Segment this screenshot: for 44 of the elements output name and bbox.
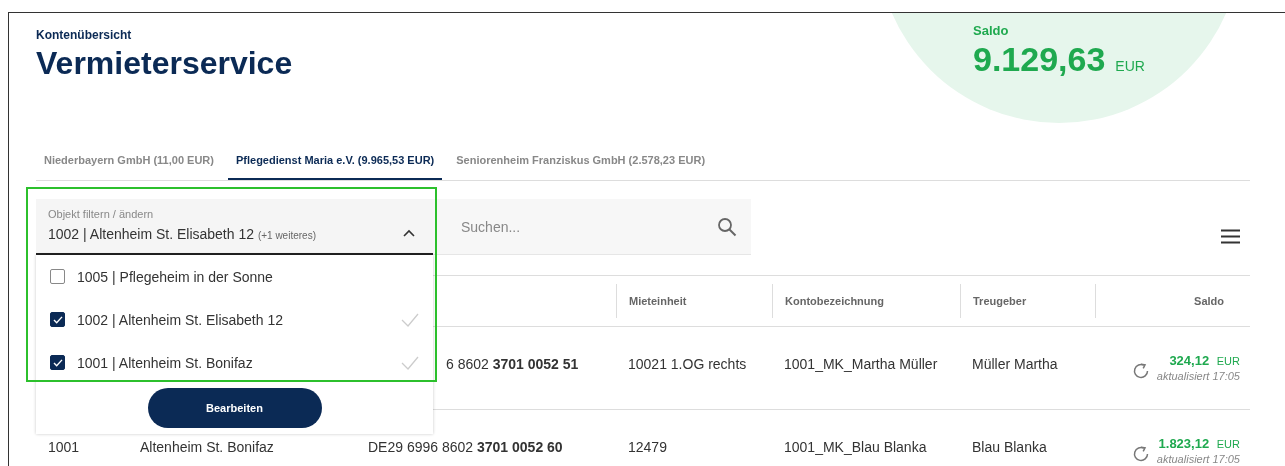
column-header: Treugeber (960, 284, 1095, 318)
account-tab[interactable]: Seniorenheim Franziskus GmbH (2.578,23 EUR) (448, 141, 714, 180)
search-icon (717, 216, 737, 237)
table-cell: 6 8602 3701 0052 51 (446, 356, 579, 372)
balance-amount: 324,12 EUR (1169, 352, 1240, 368)
checkbox[interactable] (50, 355, 65, 370)
table-cell: 1001_MK_Martha Müller (784, 356, 938, 372)
table-cell: 10021 1.OG rechts (628, 356, 747, 372)
caret-up-icon (403, 229, 415, 237)
update-time: aktualisiert 17:05 (1156, 452, 1240, 465)
checkbox[interactable] (50, 269, 65, 284)
table-cell: Altenheim St. Bonifaz (140, 439, 274, 455)
table-cell: 1001 (48, 439, 80, 455)
account-tab[interactable]: Niederbayern GmbH (11,00 EUR) (36, 141, 222, 180)
check-icon (401, 355, 419, 370)
column-header: Mieteinheit (616, 284, 772, 318)
page-title: Vermieterservice (36, 44, 293, 83)
table-cell: Müller Martha (972, 356, 1058, 372)
balance-currency: EUR (1115, 58, 1145, 74)
column-header: Kontobezeichnung (772, 284, 960, 318)
update-time: aktualisiert 17:05 (1156, 369, 1240, 382)
option-label: 1005 | Pflegeheim in der Sonne (77, 268, 274, 285)
table-cell: 1001_MK_Blau Blanka (784, 439, 927, 455)
column-header: Saldo (1095, 284, 1250, 318)
object-option[interactable]: 1002 | Altenheim St. Elisabeth 12 (36, 298, 433, 341)
search-input[interactable]: Suchen... (459, 217, 717, 236)
balance-amount: 9.129,63 (973, 39, 1106, 79)
object-option[interactable]: 1001 | Altenheim St. Bonifaz (36, 341, 433, 384)
option-label: 1002 | Altenheim St. Elisabeth 12 (77, 311, 284, 328)
object-filter-dropdown[interactable]: Objekt filtern / ändern 1002 | Altenheim St. Elisabeth 12 (+1 weiteres) (36, 199, 433, 255)
table-cell: Blau Blanka (972, 439, 1047, 455)
checkbox[interactable] (50, 312, 65, 327)
account-tab[interactable]: Pflegedienst Maria e.V. (9.965,53 EUR) (227, 141, 443, 180)
edit-button[interactable]: Bearbeiten (147, 388, 322, 428)
search-field[interactable]: Suchen... (433, 199, 751, 255)
balance-amount: 1.823,12 EUR (1158, 435, 1240, 451)
check-icon (401, 312, 419, 327)
object-option[interactable]: 1005 | Pflegeheim in der Sonne (36, 255, 433, 298)
table-cell: DE29 6996 8602 3701 0052 60 (368, 439, 563, 455)
option-label: 1001 | Altenheim St. Bonifaz (77, 354, 254, 371)
menu-icon[interactable] (1221, 229, 1240, 244)
table-cell: 12479 (628, 439, 667, 455)
page-overline: Kontenübersicht (36, 27, 132, 43)
balance-label: Saldo (973, 23, 1010, 39)
